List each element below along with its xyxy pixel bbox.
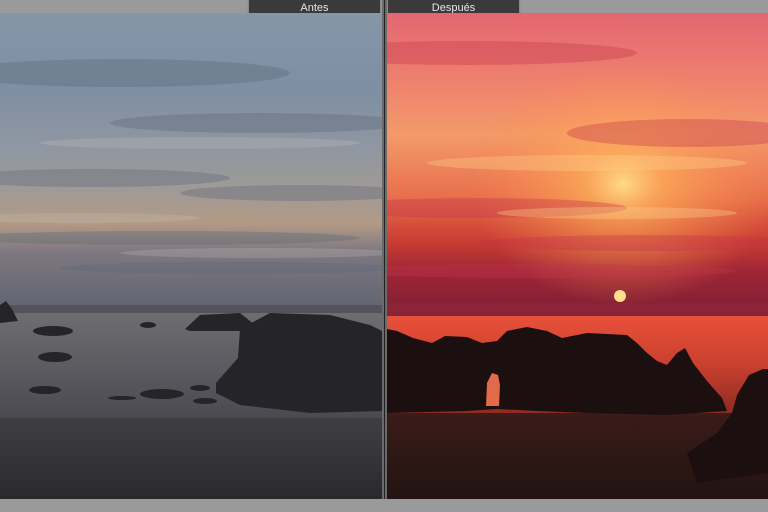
after-image-pane bbox=[387, 13, 768, 499]
before-after-compare-view: Antes Después bbox=[0, 0, 768, 512]
before-photo bbox=[0, 13, 382, 499]
before-image-pane bbox=[0, 13, 382, 499]
after-photo bbox=[387, 13, 768, 499]
bottom-bar bbox=[0, 499, 768, 512]
